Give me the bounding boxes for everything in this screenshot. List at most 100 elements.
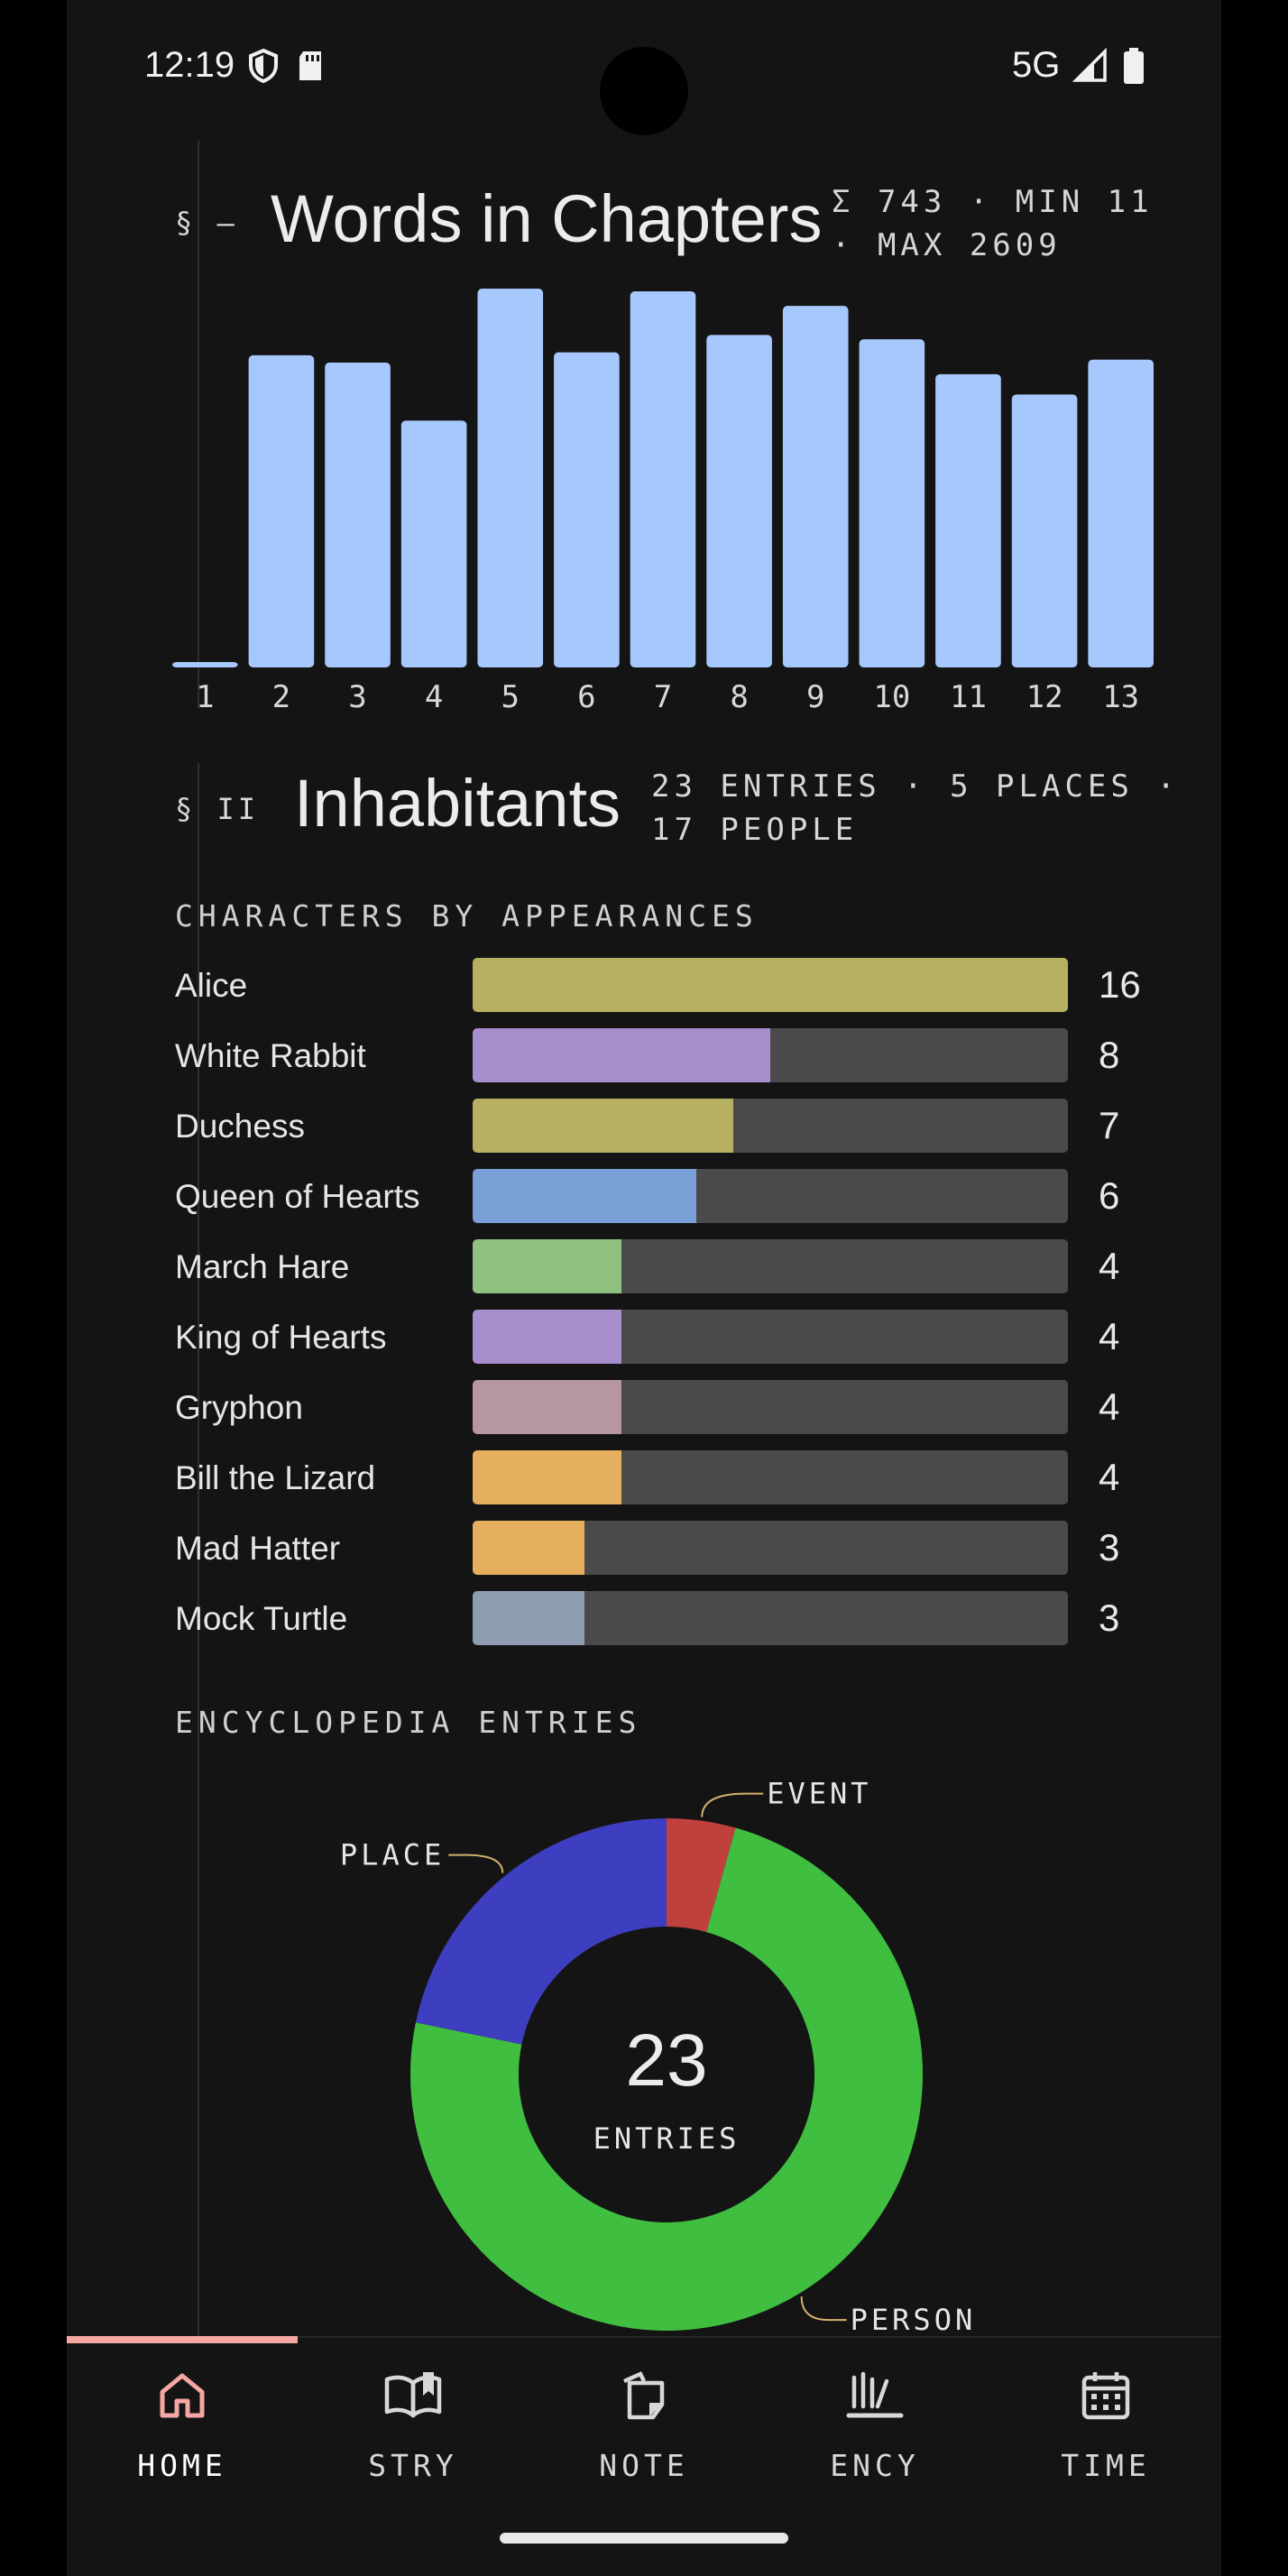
calendar-icon <box>1081 2372 1130 2420</box>
nav-label: NOTE <box>599 2448 689 2483</box>
character-name: White Rabbit <box>175 1037 366 1074</box>
shield-icon <box>249 48 279 83</box>
character-row[interactable]: March Hare 4 <box>175 1239 1149 1293</box>
meta-line: Σ 743 · MIN 11 <box>832 184 1154 220</box>
character-row[interactable]: Queen of Hearts 6 <box>175 1169 1149 1223</box>
chapter-bar <box>706 335 772 667</box>
appearance-bar-fill <box>473 1450 621 1504</box>
book-icon <box>384 2372 442 2418</box>
chapter-bar <box>782 306 849 667</box>
appearance-bar-track <box>473 1591 1068 1645</box>
appearance-bar-track <box>473 1099 1068 1153</box>
chapter-tick-label: 11 <box>950 679 987 713</box>
character-row[interactable]: Mad Hatter 3 <box>175 1521 1149 1575</box>
appearance-bar-fill <box>473 1591 584 1645</box>
donut-leader-line <box>701 1792 764 1817</box>
donut-label: PERSON <box>851 2303 977 2337</box>
character-row[interactable]: King of Hearts 4 <box>175 1310 1149 1364</box>
battery-icon <box>1124 47 1145 84</box>
donut-leader-line <box>448 1854 504 1873</box>
chapter-tick-label: 7 <box>654 679 672 713</box>
section-prefix: § II <box>175 792 260 826</box>
appearance-bar-track <box>473 1450 1068 1504</box>
appearance-bar-track <box>473 1239 1068 1293</box>
appearance-bar-fill <box>473 1521 584 1575</box>
nav-item-note[interactable]: NOTE <box>529 2369 759 2483</box>
section-title: Inhabitants <box>294 766 621 841</box>
section-prefix: § – <box>175 206 238 240</box>
chapter-tick-label: 10 <box>873 679 910 713</box>
appearance-count: 4 <box>1099 1456 1120 1498</box>
appearance-count: 7 <box>1099 1104 1120 1146</box>
character-row[interactable]: Bill the Lizard 4 <box>175 1450 1149 1504</box>
characters-heading: CHARACTERS BY APPEARANCES <box>175 898 759 934</box>
appearance-count: 4 <box>1099 1385 1120 1428</box>
sd-card-icon <box>299 51 322 80</box>
network-type: 5G <box>1012 45 1061 85</box>
appearance-bar-fill <box>473 958 1068 1012</box>
app-screen: 12:19 5G § – Words in Chapters Σ 743 · M… <box>67 0 1221 2576</box>
appearance-count: 4 <box>1099 1315 1120 1357</box>
appearance-count: 3 <box>1099 1596 1120 1639</box>
chapter-bar <box>248 354 315 667</box>
character-row[interactable]: Gryphon 4 <box>175 1380 1149 1434</box>
appearance-bar-track <box>473 1380 1068 1434</box>
appearance-bar-track <box>473 1028 1068 1082</box>
nav-label: STRY <box>368 2448 458 2483</box>
chapter-bar <box>1011 394 1078 667</box>
chapter-bar <box>859 339 925 667</box>
character-name: Bill the Lizard <box>175 1459 376 1496</box>
chapter-tick-label: 6 <box>577 679 595 713</box>
appearance-bar-fill <box>473 1380 621 1434</box>
character-name: Gryphon <box>175 1389 303 1426</box>
chapter-tick-label: 9 <box>806 679 824 713</box>
chapter-bar <box>172 662 238 667</box>
character-name: March Hare <box>175 1248 350 1285</box>
encyclopedia-donut-chart: EVENT PERSON PLACE 23 ENTRIES <box>340 1777 977 2337</box>
chapter-tick-label: 2 <box>272 679 290 713</box>
chapter-bar <box>325 362 391 667</box>
donut-label: EVENT <box>767 1777 871 1811</box>
appearance-bar-fill <box>473 1169 696 1223</box>
nav-label: ENCY <box>830 2448 920 2483</box>
status-bar-right: 5G <box>1012 45 1146 86</box>
chapter-bar <box>400 420 467 667</box>
nav-item-timeline[interactable]: TIME <box>990 2369 1221 2483</box>
appearance-bar-track <box>473 1521 1068 1575</box>
character-row[interactable]: Duchess 7 <box>175 1099 1149 1153</box>
appearance-bar-fill <box>473 1310 621 1364</box>
camera-cutout <box>600 47 688 135</box>
encyclopedia-heading: ENCYCLOPEDIA ENTRIES <box>175 1705 642 1740</box>
chapter-bar <box>554 352 620 667</box>
character-row[interactable]: Mock Turtle 3 <box>175 1591 1149 1645</box>
chapter-bar <box>1088 359 1154 667</box>
chapter-bar <box>630 291 696 667</box>
character-row[interactable]: White Rabbit 8 <box>175 1028 1149 1082</box>
character-row[interactable]: Alice 16 <box>175 958 1149 1012</box>
nav-item-story[interactable]: STRY <box>298 2369 529 2483</box>
appearance-count: 4 <box>1099 1245 1120 1287</box>
donut-leader-line <box>800 2296 847 2322</box>
appearance-bar-track <box>473 1310 1068 1364</box>
chapter-tick-label: 5 <box>501 679 520 713</box>
chapter-bar <box>935 373 1001 667</box>
character-name: Queen of Hearts <box>175 1178 420 1215</box>
library-icon <box>846 2371 904 2418</box>
character-name: King of Hearts <box>175 1319 387 1356</box>
appearance-bar-fill <box>473 1099 733 1153</box>
section-meta: 23 ENTRIES · 5 PLACES · 17 PEOPLE <box>651 765 1180 851</box>
meta-line: 23 ENTRIES · 5 PLACES · <box>651 768 1180 805</box>
appearance-count: 16 <box>1099 963 1141 1006</box>
nav-active-indicator <box>67 2336 298 2343</box>
status-bar-left: 12:19 <box>144 45 328 86</box>
status-time: 12:19 <box>144 45 235 85</box>
chapter-tick-label: 3 <box>348 679 366 713</box>
nav-item-encyclopedia[interactable]: ENCY <box>759 2369 990 2483</box>
chapter-tick-label: 4 <box>425 679 443 713</box>
signal-icon <box>1072 47 1108 82</box>
nav-item-home[interactable]: HOME <box>67 2369 298 2483</box>
character-name: Mock Turtle <box>175 1600 348 1637</box>
appearance-count: 6 <box>1099 1174 1120 1217</box>
donut-center-label: ENTRIES <box>593 2121 741 2156</box>
chapter-bar <box>477 289 544 667</box>
